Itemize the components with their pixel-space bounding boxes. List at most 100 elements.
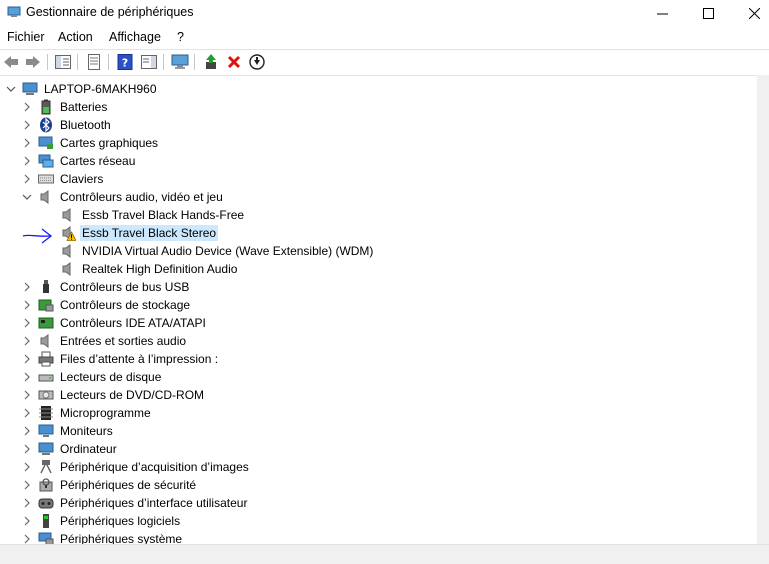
warning-speaker-icon xyxy=(60,225,76,241)
chevron-right-icon[interactable] xyxy=(22,480,32,490)
tree-item-ide-controllers[interactable]: Contrôleurs IDE ATA/ATAPI xyxy=(22,314,208,332)
tree-item-display-adapters[interactable]: Cartes graphiques xyxy=(22,134,160,152)
device-realtek-hd-audio[interactable]: Realtek High Definition Audio xyxy=(60,260,239,278)
tree-item-computer[interactable]: Ordinateur xyxy=(22,440,119,458)
printer-icon xyxy=(38,351,54,367)
tree-item-audio-video-game-controllers[interactable]: Contrôleurs audio, vidéo et jeu xyxy=(22,188,225,206)
tree-item-label: Bluetooth xyxy=(60,118,111,132)
chevron-right-icon[interactable] xyxy=(22,156,32,166)
chevron-right-icon[interactable] xyxy=(22,174,32,184)
chevron-right-icon[interactable] xyxy=(22,408,32,418)
chevron-right-icon[interactable] xyxy=(22,534,32,544)
chevron-right-icon[interactable] xyxy=(22,462,32,472)
chevron-down-icon[interactable] xyxy=(6,84,16,94)
chevron-right-icon[interactable] xyxy=(22,354,32,364)
download-circle-icon xyxy=(249,54,265,70)
menu-fichier[interactable]: Fichier xyxy=(7,30,45,44)
tree-item-firmware[interactable]: Microprogramme xyxy=(22,404,153,422)
tree-item-monitors[interactable]: Moniteurs xyxy=(22,422,115,440)
maximize-button[interactable] xyxy=(685,0,731,26)
tree-item-imaging-devices[interactable]: Périphérique d’acquisition d’images xyxy=(22,458,251,476)
chevron-right-icon[interactable] xyxy=(22,282,32,292)
menu-affichage[interactable]: Affichage xyxy=(109,30,161,44)
close-icon xyxy=(748,7,760,19)
tree-item-security-devices[interactable]: Périphériques de sécurité xyxy=(22,476,198,494)
computer-icon xyxy=(38,441,54,457)
tree-item-bluetooth[interactable]: Bluetooth xyxy=(22,116,113,134)
chevron-right-icon[interactable] xyxy=(22,372,32,382)
update-driver-button[interactable] xyxy=(202,53,220,71)
chevron-right-icon[interactable] xyxy=(22,426,32,436)
uninstall-device-button[interactable] xyxy=(225,53,243,71)
action-pane-button[interactable] xyxy=(140,53,158,71)
tree-item-label: Périphériques de sécurité xyxy=(60,478,197,492)
show-hide-console-tree-button[interactable] xyxy=(54,53,72,71)
tree-item-keyboards[interactable]: Claviers xyxy=(22,170,105,188)
tree-item-hid-devices[interactable]: Périphériques d’interface utilisateur xyxy=(22,494,249,512)
camera-icon xyxy=(38,459,54,475)
tree-item-usb-controllers[interactable]: Contrôleurs de bus USB xyxy=(22,278,191,296)
battery-icon xyxy=(38,99,54,115)
vertical-scrollbar[interactable] xyxy=(757,75,769,544)
tree-item-label: Périphériques logiciels xyxy=(60,514,181,528)
tree-item-print-queues[interactable]: Files d’attente à l’impression : xyxy=(22,350,220,368)
device-essb-hands-free[interactable]: Essb Travel Black Hands-Free xyxy=(60,206,246,224)
network-adapter-icon xyxy=(38,153,54,169)
chevron-right-icon[interactable] xyxy=(22,390,32,400)
scan-monitor-icon xyxy=(171,54,189,69)
horizontal-scrollbar[interactable] xyxy=(0,544,769,564)
tree-root[interactable]: LAPTOP-6MAKH960 xyxy=(6,80,159,98)
storage-controller-icon xyxy=(38,297,54,313)
window-title: Gestionnaire de périphériques xyxy=(26,5,194,19)
chevron-right-icon[interactable] xyxy=(22,300,32,310)
tree-item-software-devices[interactable]: Périphériques logiciels xyxy=(22,512,182,530)
chevron-right-icon[interactable] xyxy=(22,444,32,454)
minimize-button[interactable] xyxy=(639,0,685,26)
chevron-right-icon[interactable] xyxy=(22,102,32,112)
toolbar-separator xyxy=(194,54,195,70)
chevron-down-icon[interactable] xyxy=(22,192,32,202)
help-button[interactable]: ? xyxy=(116,53,134,71)
menu-action[interactable]: Action xyxy=(58,30,93,44)
tree-item-label: Contrôleurs de bus USB xyxy=(60,280,190,294)
close-button[interactable] xyxy=(731,0,769,26)
bluetooth-icon xyxy=(38,117,54,133)
hid-icon xyxy=(38,495,54,511)
device-label: NVIDIA Virtual Audio Device (Wave Extens… xyxy=(82,244,374,258)
menu-bar: Fichier Action Affichage ? xyxy=(0,28,769,48)
back-button[interactable] xyxy=(2,53,20,71)
computer-name: LAPTOP-6MAKH960 xyxy=(44,82,157,96)
tree-item-label: Contrôleurs de stockage xyxy=(60,298,191,312)
chevron-right-icon[interactable] xyxy=(22,516,32,526)
chevron-right-icon[interactable] xyxy=(22,318,32,328)
tree-item-audio-inputs-outputs[interactable]: Entrées et sorties audio xyxy=(22,332,188,350)
chevron-right-icon[interactable] xyxy=(22,336,32,346)
tree-item-storage-controllers[interactable]: Contrôleurs de stockage xyxy=(22,296,192,314)
forward-button[interactable] xyxy=(24,53,42,71)
properties-sheet-icon xyxy=(88,54,100,70)
tree-item-label: Microprogramme xyxy=(60,406,151,420)
tree-item-label: Entrées et sorties audio xyxy=(60,334,187,348)
tree-item-disk-drives[interactable]: Lecteurs de disque xyxy=(22,368,163,386)
tree-item-batteries[interactable]: Batteries xyxy=(22,98,109,116)
menu-help[interactable]: ? xyxy=(177,30,184,44)
device-essb-stereo[interactable]: Essb Travel Black Stereo xyxy=(60,224,219,242)
device-label: Essb Travel Black Hands-Free xyxy=(82,208,245,222)
device-tree: LAPTOP-6MAKH960 Batteries Bluetooth Cart… xyxy=(0,80,757,544)
display-adapter-icon xyxy=(38,135,54,151)
chevron-right-icon[interactable] xyxy=(22,120,32,130)
tree-item-label: Claviers xyxy=(60,172,104,186)
speaker-icon xyxy=(60,243,76,259)
tree-item-dvd-cd-rom[interactable]: Lecteurs de DVD/CD-ROM xyxy=(22,386,206,404)
tree-item-network-adapters[interactable]: Cartes réseau xyxy=(22,152,137,170)
chevron-right-icon[interactable] xyxy=(22,498,32,508)
device-nvidia-virtual-audio[interactable]: NVIDIA Virtual Audio Device (Wave Extens… xyxy=(60,242,375,260)
keyboard-icon xyxy=(38,171,54,187)
scan-hardware-button[interactable] xyxy=(171,53,189,71)
toolbar-separator xyxy=(77,54,78,70)
disable-device-button[interactable] xyxy=(248,53,266,71)
chevron-right-icon[interactable] xyxy=(22,138,32,148)
properties-button[interactable] xyxy=(85,53,103,71)
annotation-arrow-icon xyxy=(22,228,53,244)
tree-item-system-devices[interactable]: Périphériques système xyxy=(22,530,184,544)
